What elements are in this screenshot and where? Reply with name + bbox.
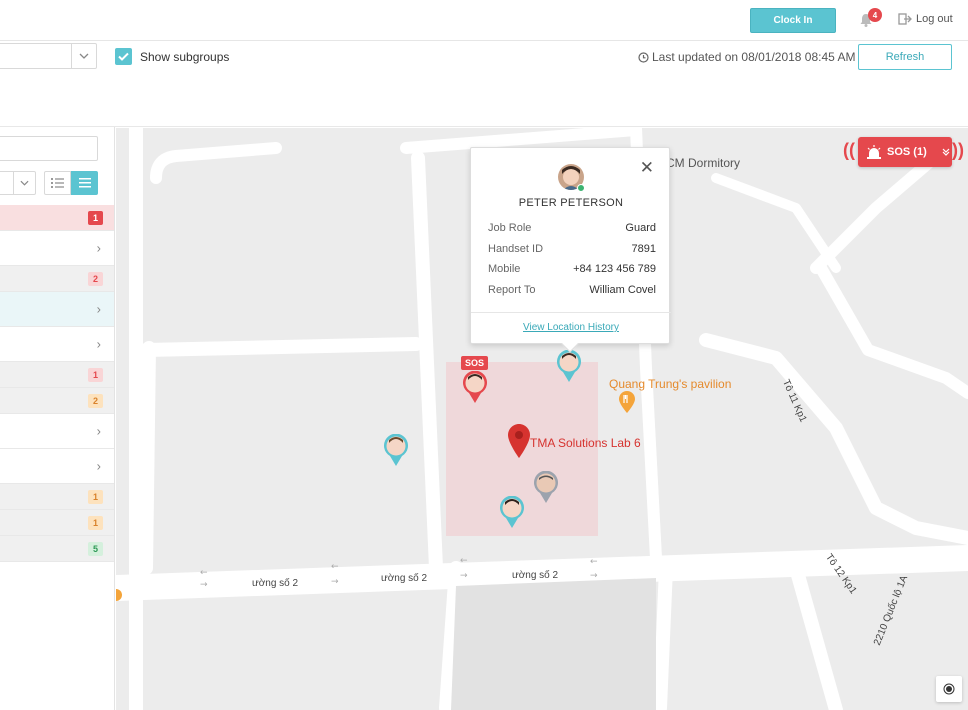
notification-count-badge: 4 <box>868 8 882 22</box>
list-item[interactable]: › <box>0 449 114 484</box>
list-item[interactable]: 1 <box>0 484 114 510</box>
ok-count-badge: 5 <box>88 541 103 556</box>
svg-text:→: → <box>200 580 208 590</box>
detail-value: William Covel <box>589 283 656 296</box>
detail-key: Report To <box>488 283 536 296</box>
employee-pin[interactable] <box>533 471 559 503</box>
sos-alert-waves-left: (( <box>843 140 855 160</box>
crosshair-icon <box>943 683 955 695</box>
location-pin-icon[interactable] <box>508 424 530 458</box>
svg-text:←: ← <box>200 568 208 578</box>
list-view-button[interactable] <box>44 171 71 195</box>
list-item[interactable]: 1 <box>0 510 114 536</box>
sos-marker-tag: SOS <box>461 356 489 370</box>
restaurant-pin-icon[interactable] <box>619 391 635 413</box>
employee-list-panel: 1 › 2 › › 1 2 › › 1 1 5 <box>0 127 115 710</box>
lab-label: TMA Solutions Lab 6 <box>530 436 641 450</box>
detail-key: Handset ID <box>488 242 544 255</box>
list-item[interactable]: 5 <box>0 536 114 562</box>
employee-pin[interactable] <box>383 434 409 466</box>
chevron-down-icon <box>13 172 35 194</box>
list-icon <box>51 178 64 188</box>
list-item[interactable]: › <box>0 327 114 362</box>
view-location-history-link[interactable]: View Location History <box>471 322 671 333</box>
top-bar: Clock In 4 Log out <box>0 0 968 41</box>
detail-value: 7891 <box>631 242 656 255</box>
chevron-right-icon: › <box>96 458 101 474</box>
refresh-button[interactable]: Refresh <box>858 44 952 70</box>
chevron-right-icon: › <box>96 301 101 317</box>
chevron-right-icon: › <box>96 423 101 439</box>
menu-lines-icon <box>78 178 91 188</box>
logout-button[interactable]: Log out <box>898 12 953 26</box>
street-label: ường số 2 <box>252 578 299 589</box>
dormitory-label: CM Dormitory <box>666 156 740 170</box>
list-item[interactable]: 1 <box>0 362 114 388</box>
svg-text:→: → <box>331 577 339 587</box>
employee-name: PETER PETERSON <box>518 197 624 209</box>
list-item[interactable]: › <box>0 414 114 449</box>
sos-alert-waves-right: )) <box>952 140 964 160</box>
warning-count-badge: 2 <box>88 393 103 408</box>
svg-text:←: ← <box>331 562 339 572</box>
my-location-button[interactable] <box>936 676 962 702</box>
svg-text:→: → <box>590 571 598 581</box>
logout-icon <box>898 13 912 25</box>
employee-rows: 1 › 2 › › 1 2 › › 1 1 5 <box>0 205 114 562</box>
pavilion-label: Quang Trung's pavilion <box>609 377 732 391</box>
sos-count-badge: 1 <box>88 367 103 382</box>
sos-button-label: SOS (1) <box>887 146 927 158</box>
last-updated-text: Last updated on 08/01/2018 08:45 AM <box>638 50 856 64</box>
employee-sos-pin[interactable] <box>462 371 488 403</box>
list-item[interactable]: 2 <box>0 266 114 292</box>
detail-value: Guard <box>625 222 656 234</box>
checkmark-icon <box>118 52 129 61</box>
warning-count-badge: 1 <box>88 489 103 504</box>
detail-row: Handset ID 7891 <box>488 243 656 264</box>
detail-value: +84 123 456 789 <box>573 263 656 275</box>
chevron-right-icon: › <box>96 240 101 256</box>
alarm-light-icon <box>867 145 881 159</box>
svg-text:←: ← <box>460 556 468 566</box>
employee-pin[interactable] <box>499 496 525 528</box>
search-input[interactable] <box>0 136 98 161</box>
detail-row: Mobile +84 123 456 789 <box>488 263 656 284</box>
divider <box>471 312 671 313</box>
sos-dropdown-button[interactable]: SOS (1) <box>858 137 952 167</box>
list-item[interactable]: 1 <box>0 205 114 231</box>
clock-icon <box>638 51 649 63</box>
employee-info-popup: ✕ PETER PETERSON Job Role Guard Handset … <box>470 147 671 353</box>
sos-count-badge: 1 <box>88 210 103 225</box>
svg-text:←: ← <box>590 557 598 567</box>
employee-details: Job Role Guard Handset ID 7891 Mobile +8… <box>488 222 656 304</box>
show-subgroups-checkbox[interactable] <box>115 48 132 65</box>
logout-label: Log out <box>916 13 953 25</box>
svg-text:→: → <box>460 571 468 581</box>
close-icon[interactable]: ✕ <box>640 159 654 176</box>
list-item[interactable]: 2 <box>0 388 114 414</box>
double-chevron-down-icon <box>942 148 950 156</box>
last-updated-label: Last updated on 08/01/2018 08:45 AM <box>652 50 856 64</box>
chevron-down-icon <box>71 44 96 68</box>
chevron-right-icon: › <box>96 336 101 352</box>
detail-row: Report To William Covel <box>488 284 656 305</box>
clock-in-button[interactable]: Clock In <box>750 8 836 33</box>
employee-pin[interactable] <box>556 350 582 382</box>
compact-view-button[interactable] <box>71 171 98 195</box>
list-item[interactable]: › <box>0 292 114 327</box>
group-select[interactable] <box>0 43 97 69</box>
sos-count-badge: 2 <box>88 271 103 286</box>
detail-row: Job Role Guard <box>488 222 656 243</box>
sort-select[interactable] <box>0 171 36 195</box>
detail-key: Mobile <box>488 263 521 275</box>
warning-count-badge: 1 <box>88 515 103 530</box>
online-status-dot <box>577 184 585 192</box>
show-subgroups-label: Show subgroups <box>140 50 230 64</box>
street-label: ường số 2 <box>512 570 559 581</box>
street-label: ường số 2 <box>381 573 428 584</box>
detail-key: Job Role <box>488 222 532 234</box>
list-item[interactable]: › <box>0 231 114 266</box>
